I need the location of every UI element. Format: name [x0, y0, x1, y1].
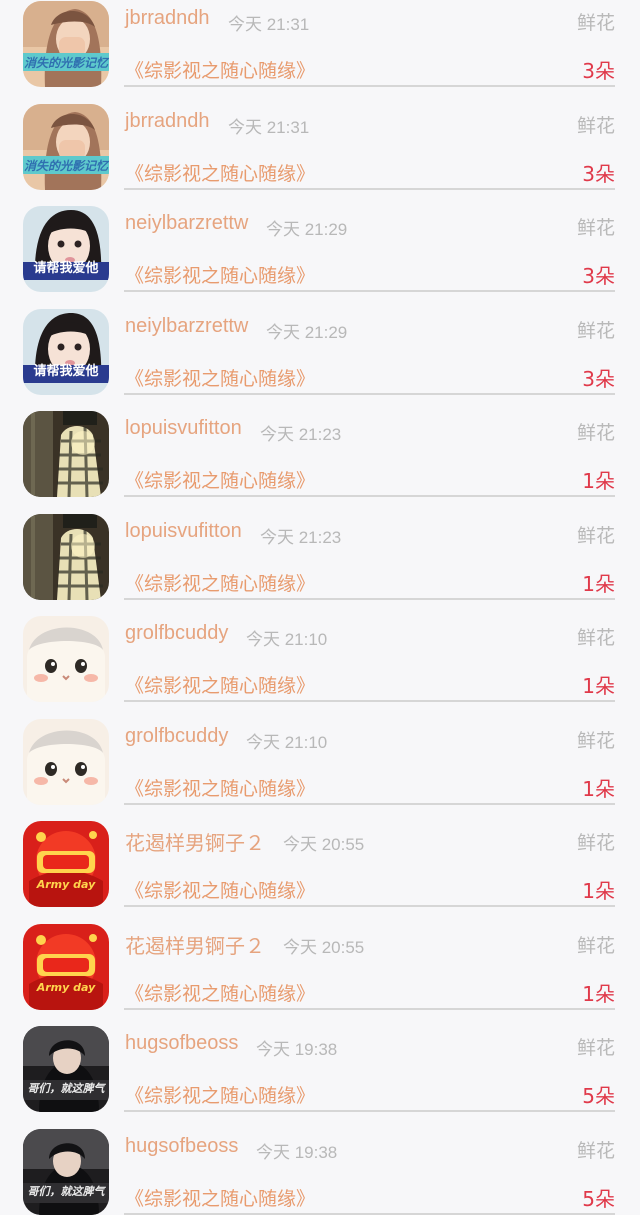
gift-record-row[interactable]: lopuisvufitton 今天 21:23 鲜花 《综影视之随心随缘》 1朵 [0, 495, 640, 600]
gift-record-row[interactable]: Army day 花遏样男锕子２ 今天 20:55 鲜花 《综影视之随心随缘》 … [0, 905, 640, 1010]
username[interactable]: lopuisvufitton [125, 520, 242, 543]
book-title-link[interactable]: 《综影视之随心随缘》 [125, 876, 315, 903]
gift-type-label: 鲜花 [576, 729, 615, 752]
flower-count: 5朵 [582, 1084, 615, 1108]
flower-count: 1朵 [582, 674, 615, 698]
username[interactable]: neiylbarzrettw [125, 212, 248, 235]
gift-time: 今天 21:29 [266, 322, 348, 342]
book-title-link[interactable]: 《综影视之随心随缘》 [125, 569, 315, 596]
username[interactable]: grolfbcuddy [125, 622, 228, 645]
gift-record-row[interactable]: lopuisvufitton 今天 21:23 鲜花 《综影视之随心随缘》 1朵 [0, 392, 640, 497]
gift-type-label: 鲜花 [576, 1037, 615, 1059]
avatar-caption: 消失的光影记忆 [23, 56, 108, 70]
gift-record-row[interactable]: 消失的光影记忆 jbrradndh 今天 21:31 鲜花 《综影视之随心随缘》… [0, 85, 640, 190]
gift-type-label: 鲜花 [576, 217, 615, 239]
white-cat-avatar-icon[interactable] [23, 718, 109, 805]
gift-type-label: 鲜花 [576, 114, 615, 137]
username[interactable]: grolfbcuddy [125, 725, 228, 748]
gift-record-row[interactable]: 消失的光影记忆 jbrradndh 今天 21:31 鲜花 《综影视之随心随缘》… [0, 0, 640, 87]
gift-time: 今天 21:10 [246, 732, 328, 752]
gift-time: 今天 21:10 [246, 630, 328, 649]
username[interactable]: hugsofbeoss [125, 1135, 238, 1158]
gift-record-row[interactable]: 哥们，就这脾气 hugsofbeoss 今天 19:38 鲜花 《综影视之随心随… [0, 1007, 640, 1112]
flower-count: 1朵 [582, 776, 615, 801]
avatar-caption: Army day [36, 878, 96, 891]
gift-time: 今天 20:55 [283, 937, 365, 957]
username[interactable]: neiylbarzrettw [125, 315, 248, 338]
red-badge-avatar-icon[interactable]: Army day [23, 923, 109, 1010]
flower-count: 1朵 [582, 571, 615, 596]
row-divider [124, 1212, 615, 1215]
avatar-caption: 请帮我爱他 [33, 363, 99, 379]
flower-count: 1朵 [582, 981, 615, 1006]
flower-count: 3朵 [582, 366, 615, 391]
gift-time: 今天 21:23 [260, 425, 342, 444]
flower-count: 3朵 [582, 59, 615, 83]
gift-time: 今天 20:55 [283, 835, 365, 854]
book-title-link[interactable]: 《综影视之随心随缘》 [125, 1081, 315, 1108]
book-title-link[interactable]: 《综影视之随心随缘》 [125, 1184, 315, 1211]
gift-record-row[interactable]: 请帮我爱他 neiylbarzrettw 今天 21:29 鲜花 《综影视之随心… [0, 290, 640, 395]
white-cat-avatar-icon[interactable] [23, 616, 109, 702]
gift-time: 今天 21:31 [228, 117, 310, 137]
girl-hand-avatar-icon[interactable]: 消失的光影记忆 [23, 1, 109, 87]
plaid-shirt-avatar-icon[interactable] [23, 411, 109, 497]
girl-face-avatar-icon[interactable]: 请帮我爱他 [23, 308, 109, 395]
username[interactable]: jbrradndh [125, 110, 210, 133]
gift-type-label: 鲜花 [576, 524, 615, 547]
gift-type-label: 鲜花 [576, 1139, 615, 1162]
avatar-caption: 请帮我爱他 [33, 261, 99, 276]
gift-type-label: 鲜花 [576, 319, 615, 342]
girl-face-avatar-icon[interactable]: 请帮我爱他 [23, 206, 109, 292]
gift-time: 今天 21:31 [228, 15, 310, 34]
plaid-shirt-avatar-icon[interactable] [23, 513, 109, 600]
red-badge-avatar-icon[interactable]: Army day [23, 821, 109, 907]
username[interactable]: 花遏样男锕子２ [125, 930, 265, 959]
gift-type-label: 鲜花 [576, 934, 615, 957]
gift-record-row[interactable]: grolfbcuddy 今天 21:10 鲜花 《综影视之随心随缘》 1朵 [0, 700, 640, 805]
gift-time: 今天 19:38 [256, 1142, 338, 1162]
gift-type-label: 鲜花 [576, 627, 615, 649]
avatar-caption: 哥们，就这脾气 [27, 1082, 105, 1095]
book-title-link[interactable]: 《综影视之随心随缘》 [125, 56, 315, 83]
book-title-link[interactable]: 《综影视之随心随缘》 [125, 261, 315, 288]
username[interactable]: lopuisvufitton [125, 417, 242, 440]
girl-hand-avatar-icon[interactable]: 消失的光影记忆 [23, 103, 109, 190]
username[interactable]: 花遏样男锕子２ [125, 827, 265, 856]
gift-record-row[interactable]: grolfbcuddy 今天 21:10 鲜花 《综影视之随心随缘》 1朵 [0, 597, 640, 702]
avatar-caption: Army day [36, 980, 96, 994]
gift-record-row[interactable]: 哥们，就这脾气 hugsofbeoss 今天 19:38 鲜花 《综影视之随心随… [0, 1110, 640, 1215]
avatar-caption: 消失的光影记忆 [23, 158, 108, 173]
boy-dark-avatar-icon[interactable]: 哥们，就这脾气 [23, 1128, 109, 1215]
flower-count: 5朵 [582, 1186, 615, 1211]
gift-record-row[interactable]: 请帮我爱他 neiylbarzrettw 今天 21:29 鲜花 《综影视之随心… [0, 187, 640, 292]
gift-time: 今天 19:38 [256, 1040, 338, 1059]
book-title-link[interactable]: 《综影视之随心随缘》 [125, 364, 315, 391]
gift-time: 今天 21:29 [266, 220, 348, 239]
gift-record-row[interactable]: Army day 花遏样男锕子２ 今天 20:55 鲜花 《综影视之随心随缘》 … [0, 802, 640, 907]
username[interactable]: jbrradndh [125, 7, 210, 30]
book-title-link[interactable]: 《综影视之随心随缘》 [125, 979, 315, 1006]
book-title-link[interactable]: 《综影视之随心随缘》 [125, 159, 315, 186]
flower-count: 1朵 [582, 879, 615, 903]
username[interactable]: hugsofbeoss [125, 1032, 238, 1055]
gift-time: 今天 21:23 [260, 527, 342, 547]
flower-count: 3朵 [582, 264, 615, 288]
flower-count: 1朵 [582, 469, 615, 493]
gift-type-label: 鲜花 [576, 832, 615, 854]
book-title-link[interactable]: 《综影视之随心随缘》 [125, 774, 315, 801]
flower-gift-list: 消失的光影记忆 jbrradndh 今天 21:31 鲜花 《综影视之随心随缘》… [0, 0, 640, 1215]
flower-count: 3朵 [582, 161, 615, 186]
book-title-link[interactable]: 《综影视之随心随缘》 [125, 671, 315, 698]
gift-type-label: 鲜花 [576, 422, 615, 444]
boy-dark-avatar-icon[interactable]: 哥们，就这脾气 [23, 1026, 109, 1112]
book-title-link[interactable]: 《综影视之随心随缘》 [125, 466, 315, 493]
gift-type-label: 鲜花 [576, 12, 615, 34]
avatar-caption: 哥们，就这脾气 [27, 1184, 105, 1198]
